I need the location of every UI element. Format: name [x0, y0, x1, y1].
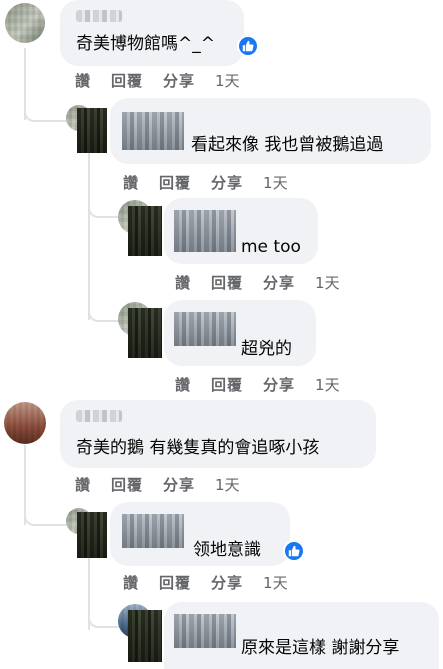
commenter-name[interactable]	[76, 410, 122, 422]
comment-text: 超兇的	[241, 339, 292, 359]
reply-button[interactable]: 回覆	[111, 474, 143, 495]
avatar[interactable]	[5, 3, 45, 43]
like-button[interactable]: 讚	[75, 70, 91, 91]
avatar[interactable]	[128, 308, 162, 358]
comment-text: 领地意識	[193, 540, 261, 560]
comment-actions: 讚 回覆 分享 1天	[175, 272, 340, 293]
timestamp[interactable]: 1天	[215, 474, 240, 495]
avatar[interactable]	[128, 610, 162, 662]
avatar[interactable]	[4, 402, 46, 444]
comment-actions: 讚 回覆 分享 1天	[123, 172, 288, 193]
comment-text: 看起來像 我也曾被鵝追過	[191, 135, 384, 155]
timestamp[interactable]: 1天	[315, 374, 340, 395]
share-button[interactable]: 分享	[163, 70, 195, 91]
reply-button[interactable]: 回覆	[159, 172, 191, 193]
like-button[interactable]: 讚	[123, 172, 139, 193]
share-button[interactable]: 分享	[211, 572, 243, 593]
thread-connector	[24, 500, 70, 526]
timestamp[interactable]: 1天	[215, 70, 240, 91]
comment-text: me too	[241, 237, 301, 257]
share-button[interactable]: 分享	[211, 172, 243, 193]
avatar[interactable]	[128, 206, 162, 256]
comment-actions: 讚 回覆 分享 1天	[75, 474, 240, 495]
commenter-name[interactable]	[122, 514, 184, 548]
share-button[interactable]: 分享	[263, 272, 295, 293]
avatar[interactable]	[77, 512, 107, 558]
comment-text: 奇美博物館嗎^_^	[76, 34, 215, 54]
reply-button[interactable]: 回覆	[211, 272, 243, 293]
like-button[interactable]: 讚	[123, 572, 139, 593]
timestamp[interactable]: 1天	[263, 572, 288, 593]
avatar[interactable]	[77, 108, 107, 153]
commenter-name[interactable]	[174, 614, 236, 648]
share-button[interactable]: 分享	[163, 474, 195, 495]
commenter-name[interactable]	[174, 210, 236, 252]
commenter-name[interactable]	[174, 312, 236, 346]
reply-button[interactable]: 回覆	[211, 374, 243, 395]
reaction-badge[interactable]	[283, 540, 305, 562]
comment-actions: 讚 回覆 分享 1天	[175, 374, 340, 395]
share-button[interactable]: 分享	[263, 374, 295, 395]
thumbs-up-icon	[242, 40, 254, 52]
comment-text: 原來是這樣 謝謝分享	[241, 638, 400, 658]
reply-button[interactable]: 回覆	[159, 572, 191, 593]
reaction-badge[interactable]	[237, 35, 259, 57]
comment-actions: 讚 回覆 分享 1天	[75, 70, 240, 91]
reply-button[interactable]: 回覆	[111, 70, 143, 91]
timestamp[interactable]: 1天	[263, 172, 288, 193]
commenter-name[interactable]	[122, 112, 184, 150]
like-button[interactable]: 讚	[175, 374, 191, 395]
like-button[interactable]: 讚	[75, 474, 91, 495]
timestamp[interactable]: 1天	[315, 272, 340, 293]
commenter-name[interactable]	[76, 10, 122, 22]
comment-actions: 讚 回覆 分享 1天	[123, 572, 288, 593]
comment-text: 奇美的鵝 有幾隻真的會追啄小孩	[76, 438, 320, 458]
thread-connector	[24, 96, 70, 122]
thumbs-up-icon	[288, 545, 300, 557]
like-button[interactable]: 讚	[175, 272, 191, 293]
